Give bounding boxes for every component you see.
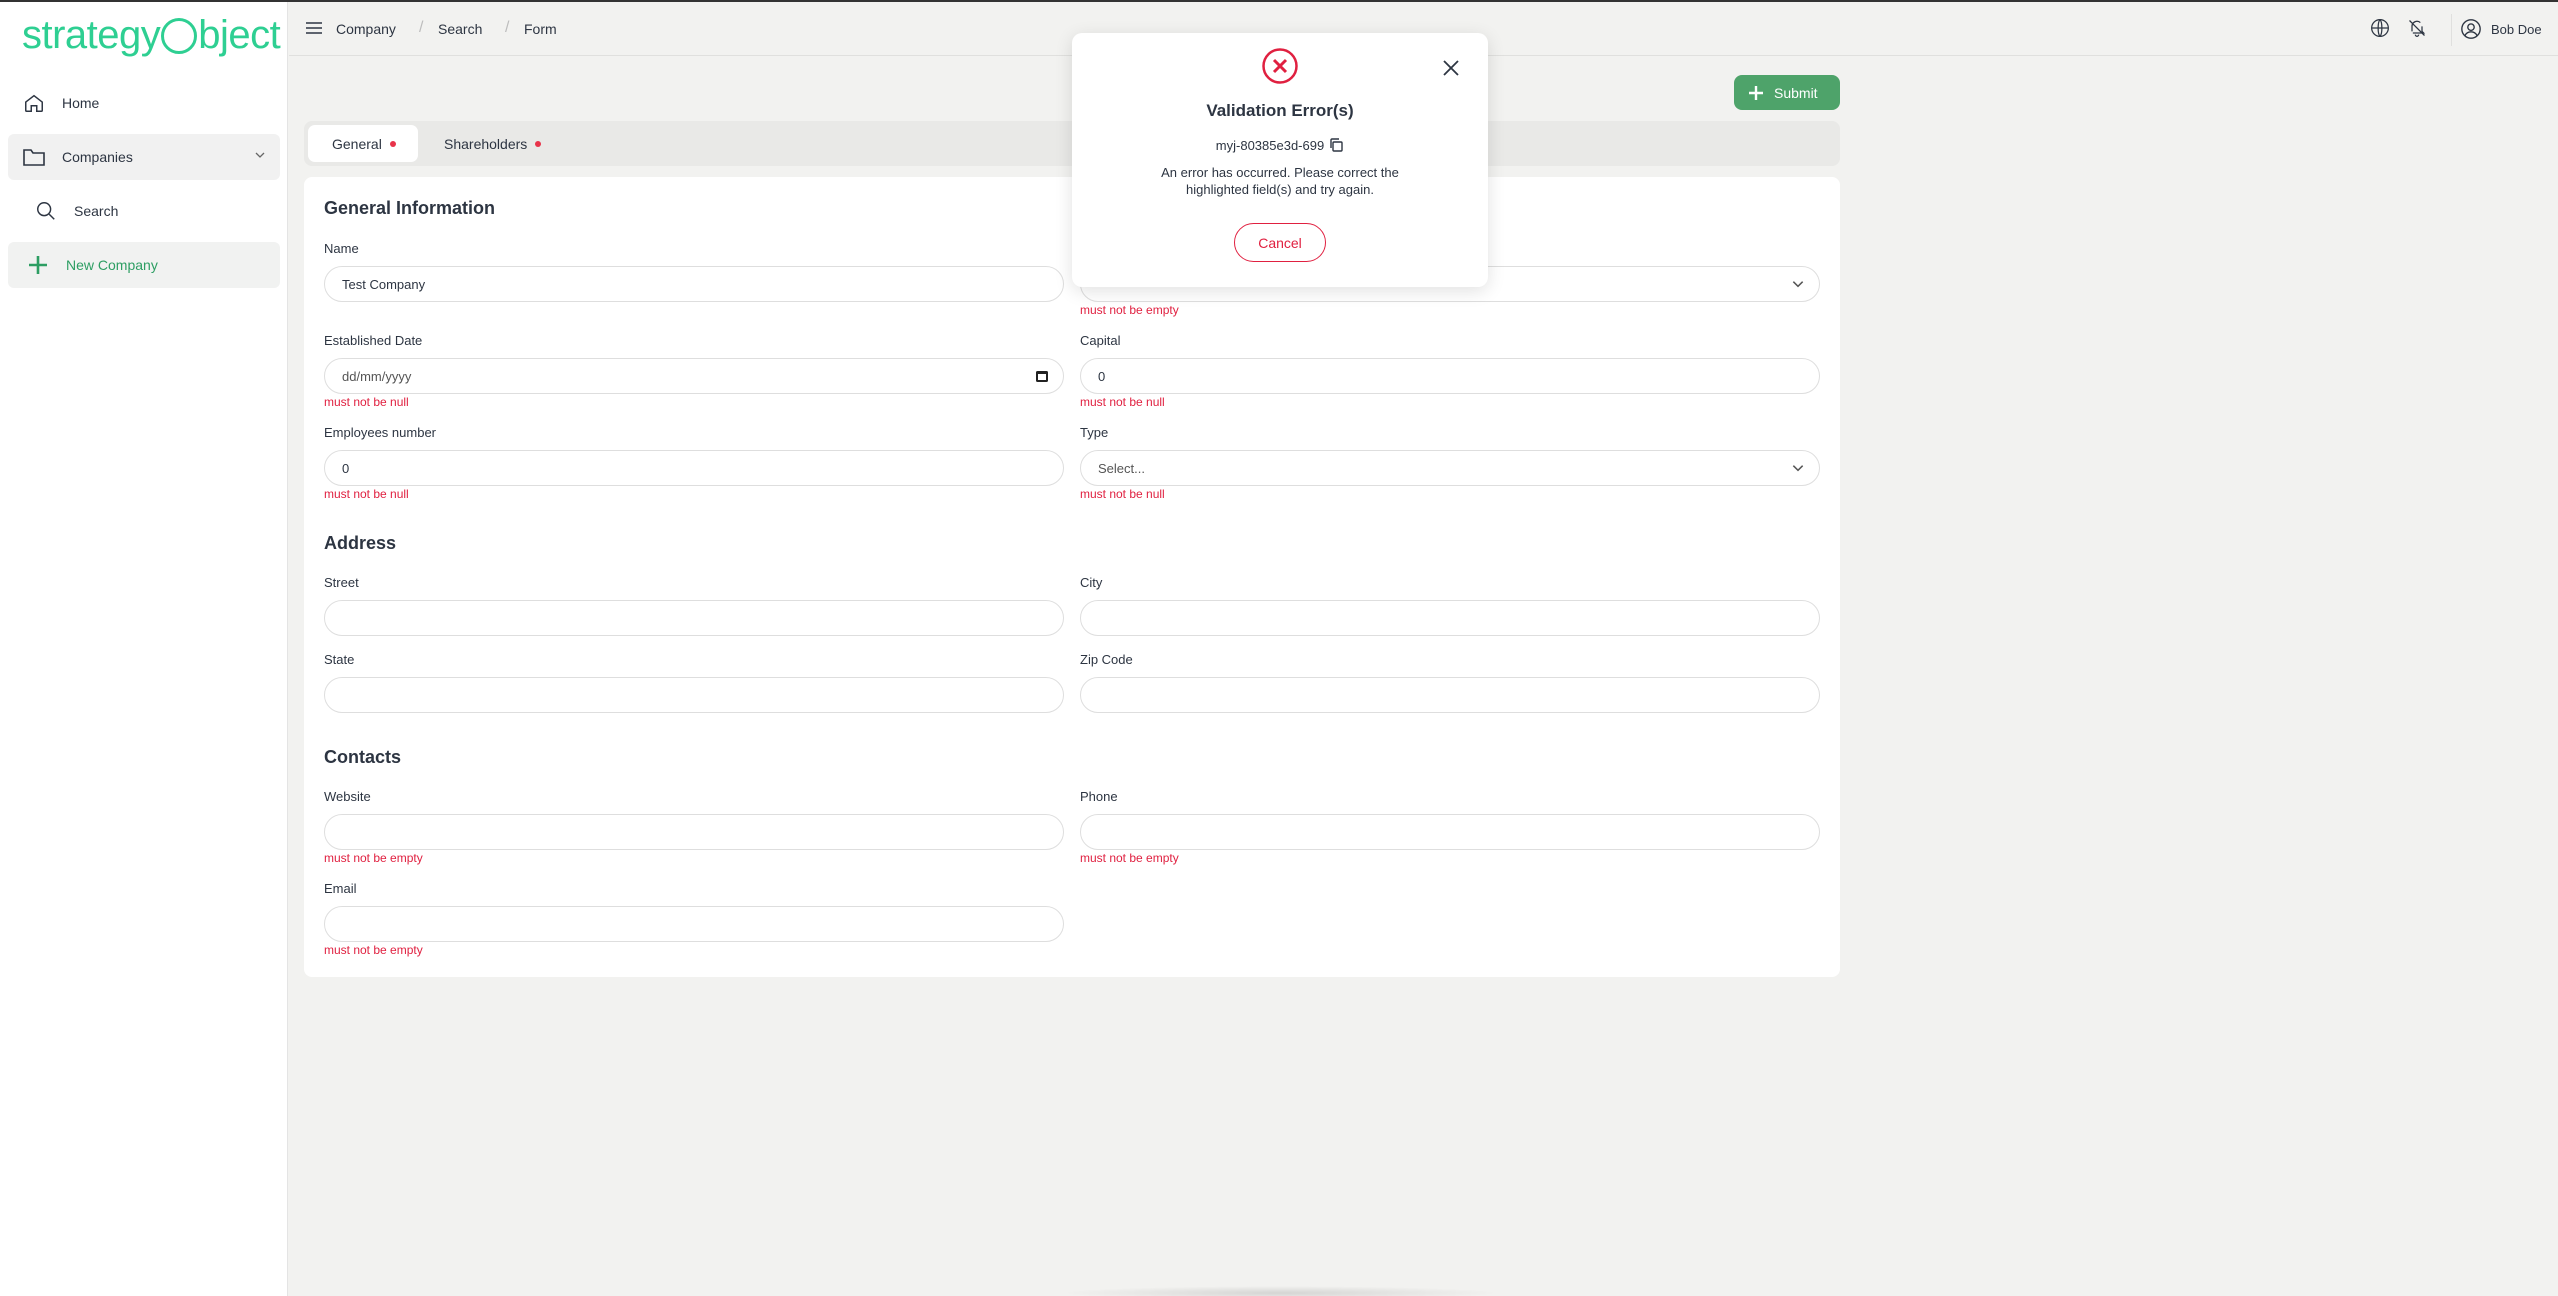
type-select[interactable]: Select... — [1080, 450, 1820, 486]
submit-button[interactable]: Submit — [1734, 75, 1840, 110]
capital-value: 0 — [1098, 368, 1106, 384]
type-error: must not be null — [1080, 487, 1165, 501]
sidebar-item-new-company[interactable]: New Company — [8, 242, 280, 288]
dialog-message: An error has occurred. Please correct th… — [1161, 165, 1399, 197]
sidebar: strategy bject Home Companies Search New … — [0, 2, 288, 1296]
section-title-contacts: Contacts — [324, 747, 402, 767]
header-divider — [2451, 14, 2452, 46]
plus-icon — [1748, 85, 1764, 101]
phone-label: Phone — [1080, 789, 1118, 804]
established-date-label: Established Date — [324, 333, 423, 348]
email-field[interactable] — [324, 906, 1064, 942]
logo-text-right: bject — [198, 12, 281, 57]
submit-label: Submit — [1774, 84, 1818, 101]
error-circle-icon — [1261, 47, 1299, 90]
established-date-field[interactable]: dd/mm/yyyy — [324, 358, 1064, 394]
sidebar-item-label: Home — [62, 95, 100, 111]
dialog-title: Validation Error(s) — [1206, 101, 1354, 120]
employees-label: Employees number — [324, 425, 436, 440]
capital-label: Capital — [1080, 333, 1121, 348]
established-date-error: must not be null — [324, 395, 409, 409]
form-card: General Information Name Test Company mu… — [304, 177, 1840, 977]
sidebar-item-home[interactable]: Home — [8, 80, 280, 126]
bottom-shadow — [1060, 1286, 1500, 1296]
globe-icon[interactable] — [2370, 18, 2390, 43]
street-label: Street — [324, 575, 359, 590]
plus-icon — [26, 253, 50, 277]
website-field[interactable] — [324, 814, 1064, 850]
cancel-button[interactable]: Cancel — [1234, 223, 1326, 262]
close-icon[interactable] — [1442, 59, 1460, 82]
tab-label: Shareholders — [444, 135, 528, 152]
city-field[interactable] — [1080, 600, 1820, 636]
search-icon — [34, 199, 58, 223]
name-field[interactable]: Test Company — [324, 266, 1064, 302]
validation-error-dialog: Validation Error(s) myj-80385e3d-699 An … — [1072, 33, 1488, 287]
error-code: myj-80385e3d-699 — [1215, 137, 1325, 153]
chevron-down-icon — [1791, 277, 1805, 294]
established-date-placeholder: dd/mm/yyyy — [342, 368, 412, 384]
chevron-down-icon — [1791, 461, 1805, 478]
tab-label: General — [332, 135, 382, 152]
breadcrumb-company[interactable]: Company — [336, 21, 396, 37]
capital-error: must not be null — [1080, 395, 1165, 409]
sidebar-item-label: Companies — [62, 149, 133, 165]
tab-general[interactable]: General — [308, 125, 418, 162]
breadcrumb-search[interactable]: Search — [438, 21, 482, 37]
logo-o-ring — [161, 18, 198, 54]
employees-field[interactable]: 0 — [324, 450, 1064, 486]
error-code-row: myj-80385e3d-699 — [1072, 137, 1488, 153]
capital-field[interactable]: 0 — [1080, 358, 1820, 394]
phone-field[interactable] — [1080, 814, 1820, 850]
zip-field[interactable] — [1080, 677, 1820, 713]
user-name[interactable]: Bob Doe — [2491, 22, 2542, 37]
breadcrumb-separator: / — [419, 19, 424, 36]
email-error: must not be empty — [324, 943, 423, 957]
name-value: Test Company — [342, 276, 426, 292]
city-label: City — [1080, 575, 1103, 590]
type-placeholder: Select... — [1098, 460, 1145, 476]
home-icon — [22, 91, 46, 115]
breadcrumb-form: Form — [524, 21, 557, 37]
phone-error: must not be empty — [1080, 851, 1179, 865]
calendar-icon[interactable] — [1035, 369, 1049, 386]
type-label: Type — [1080, 425, 1109, 440]
employees-error: must not be null — [324, 487, 409, 501]
tab-error-dot — [389, 140, 396, 147]
app-logo[interactable]: strategy bject — [22, 12, 281, 58]
section-title-address: Address — [324, 533, 397, 553]
state-field[interactable] — [324, 677, 1064, 713]
breadcrumb-separator: / — [505, 19, 510, 36]
sidebar-item-search[interactable]: Search — [8, 188, 280, 234]
copy-icon[interactable] — [1328, 137, 1344, 153]
sidebar-item-companies[interactable]: Companies — [8, 134, 280, 180]
menu-icon[interactable] — [305, 20, 323, 41]
folder-icon — [22, 145, 46, 169]
zip-label: Zip Code — [1080, 652, 1133, 667]
chevron-down-icon[interactable] — [254, 148, 266, 164]
street-field[interactable] — [324, 600, 1064, 636]
sidebar-item-label: New Company — [66, 257, 158, 273]
email-label: Email — [324, 881, 357, 896]
name-label: Name — [324, 241, 359, 256]
website-error: must not be empty — [324, 851, 423, 865]
sidebar-item-label: Search — [74, 203, 119, 219]
website-label: Website — [324, 789, 371, 804]
logo-text-left: strategy — [22, 12, 161, 57]
user-circle-icon[interactable] — [2460, 18, 2482, 45]
state-label: State — [324, 652, 355, 667]
employees-value: 0 — [342, 460, 350, 476]
section-title-general: General Information — [324, 198, 496, 218]
notifications-off-icon[interactable] — [2407, 18, 2427, 43]
tab-error-dot — [535, 140, 542, 147]
right-field-error: must not be empty — [1080, 303, 1179, 317]
tab-shareholders[interactable]: Shareholders — [426, 125, 566, 162]
